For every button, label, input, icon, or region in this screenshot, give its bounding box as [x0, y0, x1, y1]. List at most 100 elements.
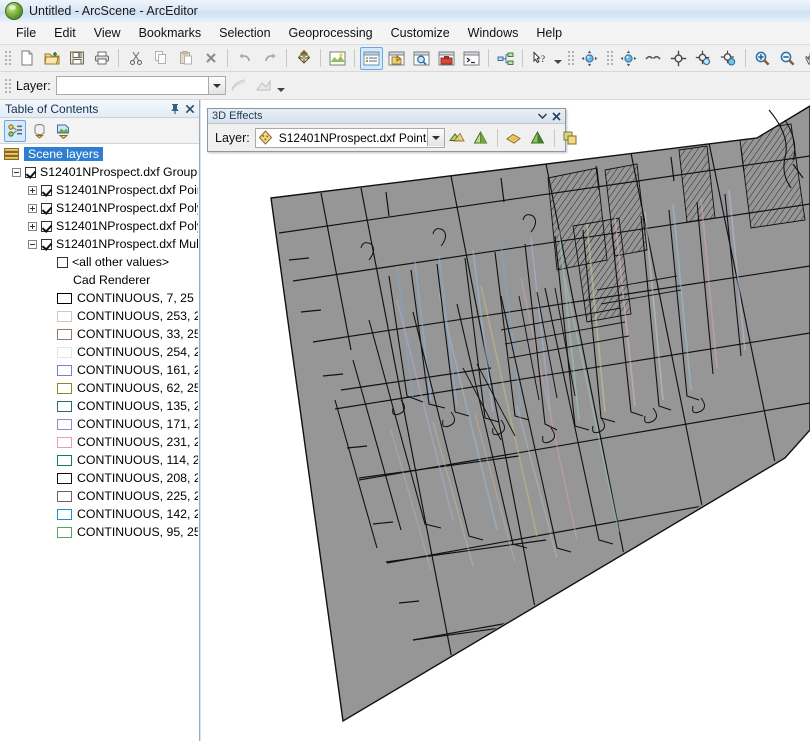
undo-button[interactable]	[233, 47, 256, 70]
close-icon[interactable]	[549, 110, 563, 123]
toc-layer-polyline[interactable]: S12401NProspect.dxf Poly	[0, 199, 198, 217]
legend-symbol-swatch[interactable]	[57, 382, 72, 394]
legend-symbol-swatch[interactable]	[57, 436, 72, 448]
search-window-button[interactable]	[410, 47, 433, 70]
3d-analyst-tool-button[interactable]	[252, 74, 275, 97]
toc-legend-item[interactable]: CONTINUOUS, 95, 25	[0, 523, 198, 541]
toc-legend-item[interactable]: CONTINUOUS, 171, 25	[0, 415, 198, 433]
toolbar-grip[interactable]	[3, 76, 11, 95]
edit-vertices-button[interactable]	[227, 74, 250, 97]
copy-button[interactable]	[149, 47, 172, 70]
layer-visibility-checkbox[interactable]	[25, 166, 36, 178]
layer-visibility-checkbox[interactable]	[41, 184, 52, 196]
chevron-down-icon[interactable]	[426, 129, 444, 146]
pan-button[interactable]	[801, 47, 810, 70]
toc-layer-point[interactable]: S12401NProspect.dxf Poin	[0, 181, 198, 199]
legend-symbol-swatch[interactable]	[57, 400, 72, 412]
delete-button[interactable]	[199, 47, 222, 70]
toc-layer-polygon[interactable]: S12401NProspect.dxf Poly	[0, 217, 198, 235]
save-document-button[interactable]	[65, 47, 88, 70]
toc-layer-tree[interactable]: Scene layers S12401NProspect.dxf Group l…	[0, 145, 198, 741]
arctoolbox-button[interactable]	[435, 47, 458, 70]
menu-item-edit[interactable]: Edit	[45, 23, 85, 43]
new-document-button[interactable]	[15, 47, 38, 70]
legend-symbol-swatch[interactable]	[57, 454, 72, 466]
layer-lighting-button[interactable]	[527, 127, 549, 149]
list-by-drawing-order-button[interactable]	[4, 119, 26, 142]
toc-legend-item[interactable]: CONTINUOUS, 62, 25	[0, 379, 198, 397]
legend-symbol-swatch[interactable]	[57, 364, 72, 376]
menu-item-help[interactable]: Help	[527, 23, 571, 43]
toc-layer-multipatch[interactable]: S12401NProspect.dxf Mul	[0, 235, 198, 253]
legend-symbol-swatch[interactable]	[57, 310, 72, 322]
toolbar-grip[interactable]	[566, 49, 574, 67]
menu-item-file[interactable]: File	[7, 23, 45, 43]
all-other-values-checkbox[interactable]	[57, 256, 68, 268]
shade-areal-features-button[interactable]	[503, 127, 525, 149]
toc-legend-item[interactable]: CONTINUOUS, 208, 25	[0, 469, 198, 487]
close-icon[interactable]	[182, 101, 197, 116]
layer-visibility-checkbox[interactable]	[41, 220, 52, 232]
depth-priority-button[interactable]	[560, 127, 582, 149]
navigate-button[interactable]	[578, 47, 601, 70]
legend-symbol-swatch[interactable]	[57, 490, 72, 502]
expand-expander-icon[interactable]	[28, 185, 37, 195]
menu-item-bookmarks[interactable]: Bookmarks	[130, 23, 211, 43]
collapse-expander-icon[interactable]	[12, 167, 21, 177]
layer-transparency-button[interactable]	[446, 127, 468, 149]
toolbar-grip[interactable]	[605, 49, 613, 67]
legend-symbol-swatch[interactable]	[57, 346, 72, 358]
legend-symbol-swatch[interactable]	[57, 328, 72, 340]
layer-face-culling-button[interactable]	[470, 127, 492, 149]
layer-visibility-checkbox[interactable]	[41, 202, 52, 214]
chevron-down-icon[interactable]	[535, 110, 549, 123]
add-data-button[interactable]	[292, 47, 315, 70]
toc-legend-item[interactable]: CONTINUOUS, 231, 25	[0, 433, 198, 451]
toolbar-grip[interactable]	[3, 49, 11, 67]
toc-all-other-values[interactable]: <all other values>	[0, 253, 198, 271]
list-by-visibility-button[interactable]	[52, 120, 74, 142]
cut-button[interactable]	[124, 47, 147, 70]
expand-expander-icon[interactable]	[28, 221, 37, 231]
legend-symbol-swatch[interactable]	[57, 526, 72, 538]
zoom-out-button[interactable]	[776, 47, 799, 70]
navigate-button-2[interactable]	[617, 47, 640, 70]
menu-item-geoprocessing[interactable]: Geoprocessing	[280, 23, 382, 43]
fly-button[interactable]	[642, 47, 665, 70]
collapse-expander-icon[interactable]	[28, 239, 37, 249]
menu-item-customize[interactable]: Customize	[382, 23, 459, 43]
toc-legend-item[interactable]: CONTINUOUS, 114, 25	[0, 451, 198, 469]
redo-button[interactable]	[258, 47, 281, 70]
whats-this-help-button[interactable]: ?	[528, 47, 551, 70]
legend-symbol-swatch[interactable]	[57, 418, 72, 430]
effects-layer-select[interactable]: S12401NProspect.dxf Point	[254, 127, 445, 148]
expand-expander-icon[interactable]	[28, 203, 37, 213]
toc-legend-item[interactable]: CONTINUOUS, 225, 25	[0, 487, 198, 505]
zoom-to-target-button[interactable]	[692, 47, 715, 70]
list-by-source-button[interactable]	[28, 120, 50, 142]
legend-symbol-swatch[interactable]	[57, 472, 72, 484]
toc-layer-group[interactable]: S12401NProspect.dxf Group l	[0, 163, 198, 181]
open-document-button[interactable]	[40, 47, 63, 70]
toc-legend-item[interactable]: CONTINUOUS, 254, 25	[0, 343, 198, 361]
layer-visibility-checkbox[interactable]	[41, 238, 52, 250]
layer-select[interactable]	[55, 76, 226, 95]
catalog-window-button[interactable]	[385, 47, 408, 70]
legend-symbol-swatch[interactable]	[57, 292, 72, 304]
toc-root-scene-layers[interactable]: Scene layers	[0, 145, 198, 163]
toolbar-overflow-button[interactable]	[276, 75, 287, 97]
scene-properties-button[interactable]	[326, 47, 349, 70]
pin-icon[interactable]	[167, 101, 182, 116]
toc-legend-item[interactable]: CONTINUOUS, 33, 25	[0, 325, 198, 343]
chevron-down-icon[interactable]	[207, 77, 225, 94]
menu-item-selection[interactable]: Selection	[210, 23, 279, 43]
scene-viewport[interactable]	[201, 100, 810, 741]
legend-symbol-swatch[interactable]	[57, 508, 72, 520]
paste-button[interactable]	[174, 47, 197, 70]
set-observer-button[interactable]	[717, 47, 740, 70]
python-window-button[interactable]	[460, 47, 483, 70]
center-on-target-button[interactable]	[667, 47, 690, 70]
toolbar-overflow-button[interactable]	[552, 47, 563, 69]
toc-legend-item[interactable]: CONTINUOUS, 7, 25	[0, 289, 198, 307]
print-button[interactable]	[90, 47, 113, 70]
